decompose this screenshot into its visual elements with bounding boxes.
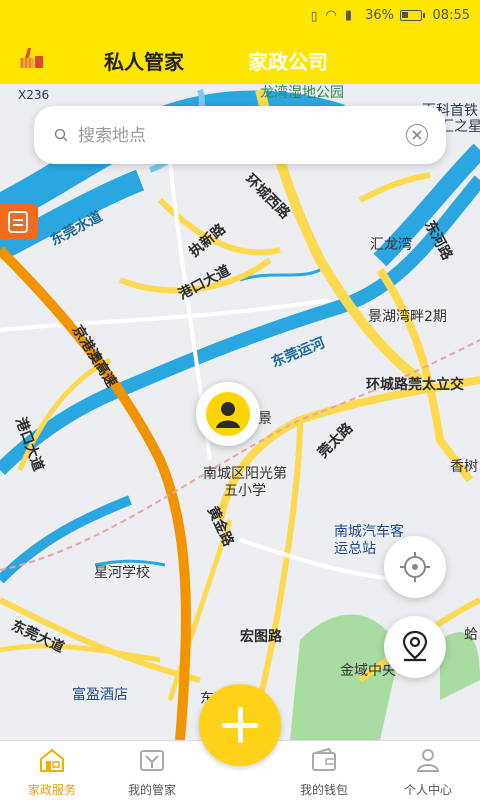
nav-my-butler[interactable]: 我的管家 bbox=[104, 741, 200, 800]
map-label-longwan-park: 龙湾湿地公园 bbox=[260, 85, 344, 101]
wifi-icon: ◠ bbox=[325, 8, 337, 23]
nav-label: 家政服务 bbox=[27, 783, 76, 797]
panel-icon bbox=[8, 211, 28, 233]
poi-xinghe-school: 星河学校 bbox=[94, 565, 150, 581]
battery-percent: 36% bbox=[365, 8, 394, 23]
nav-my-wallet[interactable]: 我的钱包 bbox=[276, 741, 372, 800]
poi-xiangshi: 香树 bbox=[450, 459, 478, 475]
home-icon bbox=[40, 748, 64, 772]
search-input[interactable] bbox=[78, 122, 398, 150]
vibrate-icon: ▯ bbox=[310, 8, 318, 23]
nav-personal-center[interactable]: 个人中心 bbox=[380, 741, 476, 800]
clock: 08:55 bbox=[432, 8, 470, 23]
map-label-zhizhi: 汇之星 bbox=[440, 119, 480, 135]
signal-icon: ▮ bbox=[344, 8, 352, 23]
nav-label: 我的管家 bbox=[127, 783, 176, 797]
status-icons: ▯ ◠ ▮ bbox=[311, 8, 352, 23]
wallet-icon bbox=[312, 747, 336, 771]
center-location-pin bbox=[196, 382, 260, 446]
status-bar: ▯ ◠ ▮ 36% 08:55 bbox=[0, 0, 480, 32]
map-pin-icon bbox=[402, 630, 428, 662]
poi-jing: 景 bbox=[258, 411, 272, 427]
locate-me-button[interactable] bbox=[384, 536, 446, 598]
header-tabs: 私人管家 家政公司 bbox=[100, 42, 332, 79]
road-label-hongtu: 宏图路 bbox=[240, 629, 282, 645]
clear-icon[interactable] bbox=[406, 124, 428, 146]
poi-school: 南城区阳光第五小学 bbox=[203, 466, 287, 499]
poi-jinghu: 景湖湾畔2期 bbox=[368, 309, 447, 325]
tab-private-butler[interactable]: 私人管家 bbox=[100, 42, 188, 79]
battery-icon bbox=[400, 10, 425, 21]
add-button[interactable] bbox=[199, 684, 281, 766]
nav-label: 个人中心 bbox=[403, 783, 452, 797]
crosshair-icon bbox=[400, 552, 430, 582]
map-pin-button[interactable] bbox=[384, 616, 446, 678]
side-panel-toggle-button[interactable] bbox=[0, 204, 38, 240]
search-icon bbox=[54, 128, 68, 142]
poi-huilongwan: 汇龙湾 bbox=[370, 237, 412, 253]
map-label-x236: X236 bbox=[18, 88, 50, 102]
nav-label: 我的钱包 bbox=[299, 783, 348, 797]
butler-avatar-icon bbox=[206, 392, 250, 436]
poi-ge: 蛤 bbox=[464, 627, 478, 643]
poi-fuying-hotel: 富盈酒店 bbox=[72, 687, 128, 703]
butler-card-icon bbox=[140, 750, 164, 771]
broom-logo-icon[interactable] bbox=[16, 44, 44, 72]
user-icon bbox=[416, 749, 440, 772]
search-bar bbox=[34, 106, 446, 164]
header-bar: ▯ ◠ ▮ 36% 08:55 私人管家 家政公司 bbox=[0, 0, 480, 84]
nav-housekeeping-service[interactable]: 家政服务 bbox=[4, 741, 100, 800]
tab-housekeeping-company[interactable]: 家政公司 bbox=[244, 42, 332, 79]
road-label-huancheng-taili: 环城路莞太立交 bbox=[366, 377, 464, 393]
